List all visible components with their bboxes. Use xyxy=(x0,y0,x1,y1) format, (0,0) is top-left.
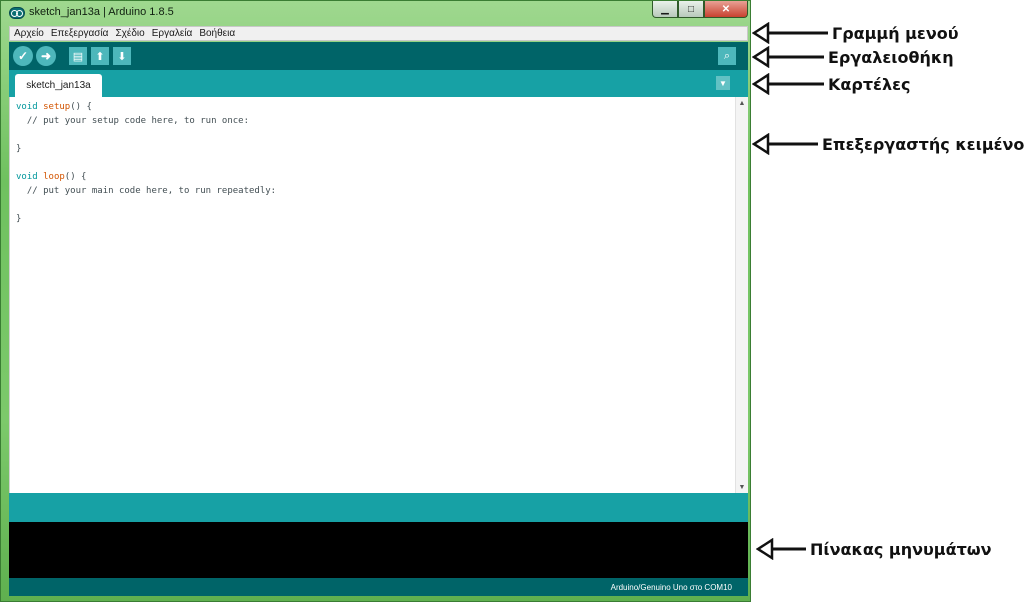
annotation-menubar: Γραμμή μενού xyxy=(752,22,959,44)
menu-bar: Αρχείο Επεξεργασία Σχέδιο Εργαλεία Βοήθε… xyxy=(9,26,748,41)
code-line[interactable] xyxy=(16,128,276,142)
title-bar[interactable]: sketch_jan13a | Arduino 1.8.5 ▁ □ ✕ xyxy=(1,1,752,25)
board-port-status: Arduino/Genuino Uno στο COM10 xyxy=(610,582,732,592)
maximize-button[interactable]: □ xyxy=(678,1,704,18)
menu-help[interactable]: Βοήθεια xyxy=(196,28,238,39)
console-output[interactable] xyxy=(9,522,748,578)
serial-monitor-button[interactable]: ⌕ xyxy=(718,47,736,65)
tab-sketch-jan13a[interactable]: sketch_jan13a xyxy=(15,74,102,97)
code-line[interactable]: // put your main code here, to run repea… xyxy=(16,184,276,198)
annotation-messages: Πίνακας μηνυμάτων xyxy=(756,538,992,560)
menu-sketch[interactable]: Σχέδιο xyxy=(112,28,147,39)
annotation-messages-label: Πίνακας μηνυμάτων xyxy=(810,539,992,559)
arduino-logo-icon xyxy=(9,7,25,19)
code-keyword: void xyxy=(16,172,38,182)
open-sketch-button[interactable]: ⬆ xyxy=(91,47,109,65)
annotation-toolbar: Εργαλειοθήκη xyxy=(752,46,954,68)
code-function-name: setup xyxy=(43,102,71,112)
toolbar: ✓ ➜ ▤ ⬆ ⬇ ⌕ xyxy=(9,42,748,70)
code-text[interactable]: void setup() { // put your setup code he… xyxy=(16,100,276,226)
annotation-editor-label: Επεξεργαστής κειμένου xyxy=(822,134,1024,154)
code-line[interactable]: } xyxy=(16,212,276,226)
arrow-left-icon xyxy=(756,538,806,560)
code-rest: () { xyxy=(70,102,92,112)
menu-file[interactable]: Αρχείο xyxy=(11,28,47,39)
arrow-left-icon xyxy=(752,22,828,44)
arrow-left-icon xyxy=(752,46,824,68)
scroll-up-arrow-icon[interactable]: ▲ xyxy=(736,97,748,109)
annotation-editor: Επεξεργαστής κειμένου xyxy=(752,133,1024,155)
code-line[interactable] xyxy=(16,198,276,212)
window-title: sketch_jan13a | Arduino 1.8.5 xyxy=(29,6,174,18)
code-editor[interactable]: void setup() { // put your setup code he… xyxy=(9,97,748,493)
scroll-down-arrow-icon[interactable]: ▼ xyxy=(736,481,748,493)
window-controls: ▁ □ ✕ xyxy=(652,1,748,18)
new-sketch-button[interactable]: ▤ xyxy=(69,47,87,65)
annotation-tabs-label: Καρτέλες xyxy=(828,74,911,94)
annotation-menubar-label: Γραμμή μενού xyxy=(832,23,959,43)
menu-edit[interactable]: Επεξεργασία xyxy=(48,28,112,39)
code-line[interactable] xyxy=(16,156,276,170)
code-line[interactable]: void setup() { xyxy=(16,100,276,114)
code-line[interactable]: } xyxy=(16,142,276,156)
arduino-window: sketch_jan13a | Arduino 1.8.5 ▁ □ ✕ Αρχε… xyxy=(0,0,751,602)
status-bar: Arduino/Genuino Uno στο COM10 xyxy=(9,578,748,596)
code-line[interactable]: void loop() { xyxy=(16,170,276,184)
tab-strip: sketch_jan13a ▼ xyxy=(9,70,748,97)
annotation-tabs: Καρτέλες xyxy=(752,73,910,95)
code-rest: () { xyxy=(64,172,87,182)
arrow-left-icon xyxy=(752,133,818,155)
message-bar xyxy=(9,493,748,522)
code-line[interactable]: // put your setup code here, to run once… xyxy=(16,114,276,128)
menu-tools[interactable]: Εργαλεία xyxy=(149,28,196,39)
verify-button[interactable]: ✓ xyxy=(13,46,33,66)
close-button[interactable]: ✕ xyxy=(704,1,748,18)
upload-button[interactable]: ➜ xyxy=(36,46,56,66)
code-keyword: void xyxy=(16,102,38,112)
annotation-toolbar-label: Εργαλειοθήκη xyxy=(828,47,954,67)
minimize-button[interactable]: ▁ xyxy=(652,1,678,18)
editor-scrollbar[interactable]: ▲ ▼ xyxy=(735,97,748,493)
arrow-left-icon xyxy=(752,73,824,95)
tab-menu-button[interactable]: ▼ xyxy=(716,76,730,90)
save-sketch-button[interactable]: ⬇ xyxy=(113,47,131,65)
code-function-name: loop xyxy=(43,172,65,182)
